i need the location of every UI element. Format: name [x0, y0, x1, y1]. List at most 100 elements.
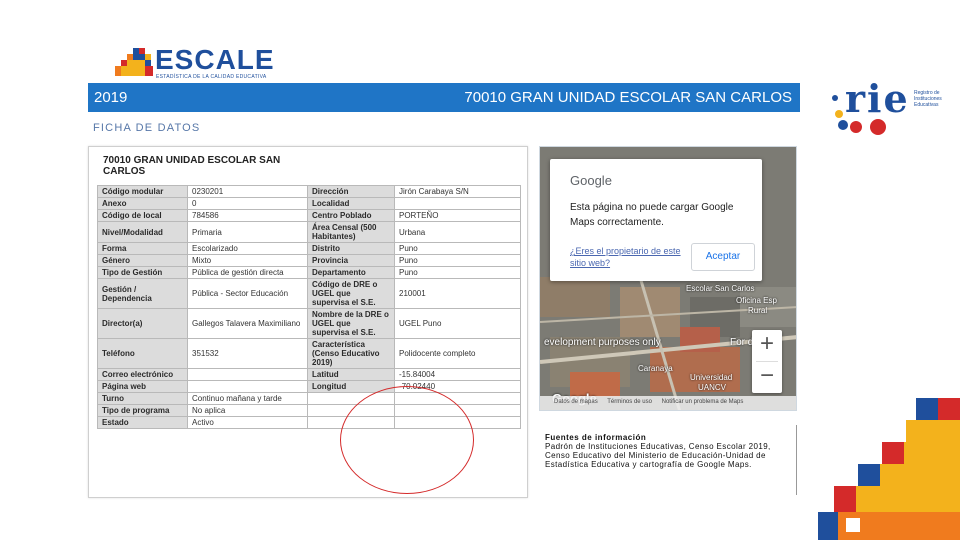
- field-label: Nivel/Modalidad: [97, 221, 188, 243]
- field-value: Puno: [394, 242, 521, 255]
- escale-wordmark: ESCALE: [155, 44, 275, 75]
- fuentes-panel: Fuentes de información Padrón de Institu…: [539, 425, 797, 495]
- fuentes-text: Padrón de Instituciones Educativas, Cens…: [545, 442, 771, 469]
- map-dev-watermark: evelopment purposes only: [544, 337, 661, 348]
- field-value: Polidocente completo: [394, 338, 521, 369]
- field-label: Área Censal (500 Habitantes): [307, 221, 395, 243]
- field-label: Tipo de Gestión: [97, 266, 188, 279]
- field-label: Anexo: [97, 197, 188, 210]
- table-row: Director(a) Gallegos Talavera Maximiliano…: [97, 308, 521, 339]
- map-report-link[interactable]: Notificar un problema de Maps: [662, 399, 744, 405]
- map-label-caranaya: Caranaya: [638, 364, 673, 373]
- escale-staircase-icon: [115, 48, 153, 76]
- decorative-staircase: [818, 398, 960, 540]
- field-label: Centro Poblado: [307, 209, 395, 222]
- map-label-universidad: Universidad: [690, 373, 733, 382]
- field-value: 0230201: [187, 185, 308, 198]
- field-label: Estado: [97, 416, 188, 429]
- fuentes-title: Fuentes de información: [545, 433, 647, 442]
- field-value: Puno: [394, 254, 521, 267]
- field-value: [394, 197, 521, 210]
- field-value: Continuo mañana y tarde: [187, 392, 308, 405]
- field-label: Teléfono: [97, 338, 188, 369]
- zoom-out-button[interactable]: −: [752, 362, 782, 392]
- table-row: Anexo 0 Localidad: [97, 197, 521, 210]
- field-value: Pública de gestión directa: [187, 266, 308, 279]
- table-row: Código modular 0230201 Dirección Jirón Cara…: [97, 185, 521, 198]
- field-value: 210001: [394, 278, 521, 309]
- field-label: Gestión / Dependencia: [97, 278, 188, 309]
- google-wordmark: Google: [570, 173, 612, 188]
- section-title: FICHA DE DATOS: [93, 122, 201, 134]
- field-value: [187, 380, 308, 393]
- field-label: Característica (Censo Educativo 2019): [307, 338, 395, 369]
- field-label: Dirección: [307, 185, 395, 198]
- table-row: Turno Continuo mañana y tarde: [97, 392, 521, 405]
- field-label: Género: [97, 254, 188, 267]
- map-label-oficina: Oficina Esp: [736, 296, 777, 305]
- map-owner-link[interactable]: ¿Eres el propietario de este sitio web?: [570, 245, 690, 269]
- field-label: Código modular: [97, 185, 188, 198]
- zoom-in-button[interactable]: +: [752, 330, 782, 360]
- table-row: Código de local 784586 Centro Poblado PORTE…: [97, 209, 521, 222]
- table-row: Gestión / Dependencia Pública - Sector Ed…: [97, 278, 521, 309]
- field-label: Tipo de programa: [97, 404, 188, 417]
- field-value: Puno: [394, 266, 521, 279]
- map-zoom-control: + −: [752, 330, 782, 393]
- map-error-message: Esta página no puede cargar Google Maps …: [570, 202, 734, 228]
- map-label-rural: Rural: [748, 306, 768, 315]
- field-value: Jirón Carabaya S/N: [394, 185, 521, 198]
- field-label: Nombre de la DRE o UGEL que supervisa el…: [307, 308, 395, 339]
- table-row: Género Mixto Provincia Puno: [97, 254, 521, 267]
- field-label: Distrito: [307, 242, 395, 255]
- field-label: Provincia: [307, 254, 395, 267]
- field-value: Gallegos Talavera Maximiliano: [187, 308, 308, 339]
- map-footer: Datos de mapas Términos de uso Notificar…: [540, 396, 796, 410]
- field-label: Código de local: [97, 209, 188, 222]
- field-value: Urbana: [394, 221, 521, 243]
- field-value: Activo: [187, 416, 308, 429]
- map-error-dialog: Google Esta página no puede cargar Googl…: [550, 159, 762, 281]
- map-label-school: Escolar San Carlos: [686, 284, 755, 293]
- field-value: Mixto: [187, 254, 308, 267]
- field-value: 351532: [187, 338, 308, 369]
- field-value: Escolarizado: [187, 242, 308, 255]
- field-label: Forma: [97, 242, 188, 255]
- header-year: 2019: [94, 89, 128, 106]
- rie-description: Registro de Instituciones Educativas: [914, 90, 942, 108]
- card-title: 70010 GRAN UNIDAD ESCOLAR SAN CARLOS: [103, 155, 281, 177]
- field-label: Página web: [97, 380, 188, 393]
- table-row: Forma Escolarizado Distrito Puno: [97, 242, 521, 255]
- field-label: Turno: [97, 392, 188, 405]
- map-label-uancv: UANCV: [698, 383, 727, 392]
- field-value: UGEL Puno: [394, 308, 521, 339]
- table-row: Nivel/Modalidad Primaria Área Censal (500 …: [97, 221, 521, 243]
- rie-wordmark: rie: [845, 76, 910, 121]
- header-bar: 2019 70010 GRAN UNIDAD ESCOLAR SAN CARLO…: [88, 83, 800, 112]
- ficha-table: Código modular 0230201 Dirección Jirón Cara…: [97, 185, 521, 429]
- accept-button[interactable]: Aceptar: [691, 243, 755, 271]
- field-label: Latitud: [307, 368, 395, 381]
- field-value: 0: [187, 197, 308, 210]
- escale-tagline: ESTADÍSTICA DE LA CALIDAD EDUCATIVA: [156, 74, 267, 80]
- field-label: Departamento: [307, 266, 395, 279]
- table-row: Teléfono 351532 Característica (Censo Educ…: [97, 338, 521, 369]
- field-label: Correo electrónico: [97, 368, 188, 381]
- escale-logo: ESCALE ESTADÍSTICA DE LA CALIDAD EDUCATI…: [115, 44, 275, 86]
- field-label: Director(a): [97, 308, 188, 339]
- rie-logo: rie Registro de Instituciones Educativas: [830, 76, 950, 140]
- field-label: Código de DRE o UGEL que supervisa el S.…: [307, 278, 395, 309]
- map-terms-link[interactable]: Términos de uso: [607, 399, 652, 405]
- field-value: 784586: [187, 209, 308, 222]
- field-label: Localidad: [307, 197, 395, 210]
- map-widget[interactable]: Escolar San Carlos Oficina Esp Rural Car…: [539, 146, 797, 411]
- field-value: -15.84004: [394, 368, 521, 381]
- map-data-link[interactable]: Datos de mapas: [554, 399, 598, 405]
- table-row: Tipo de Gestión Pública de gestión direct…: [97, 266, 521, 279]
- field-value: PORTEÑO: [394, 209, 521, 222]
- field-value: No aplica: [187, 404, 308, 417]
- field-value: Primaria: [187, 221, 308, 243]
- table-row: Correo electrónico Latitud -15.84004: [97, 368, 521, 381]
- annotation-ellipse: [340, 386, 474, 494]
- header-school-name: 70010 GRAN UNIDAD ESCOLAR SAN CARLOS: [464, 89, 792, 106]
